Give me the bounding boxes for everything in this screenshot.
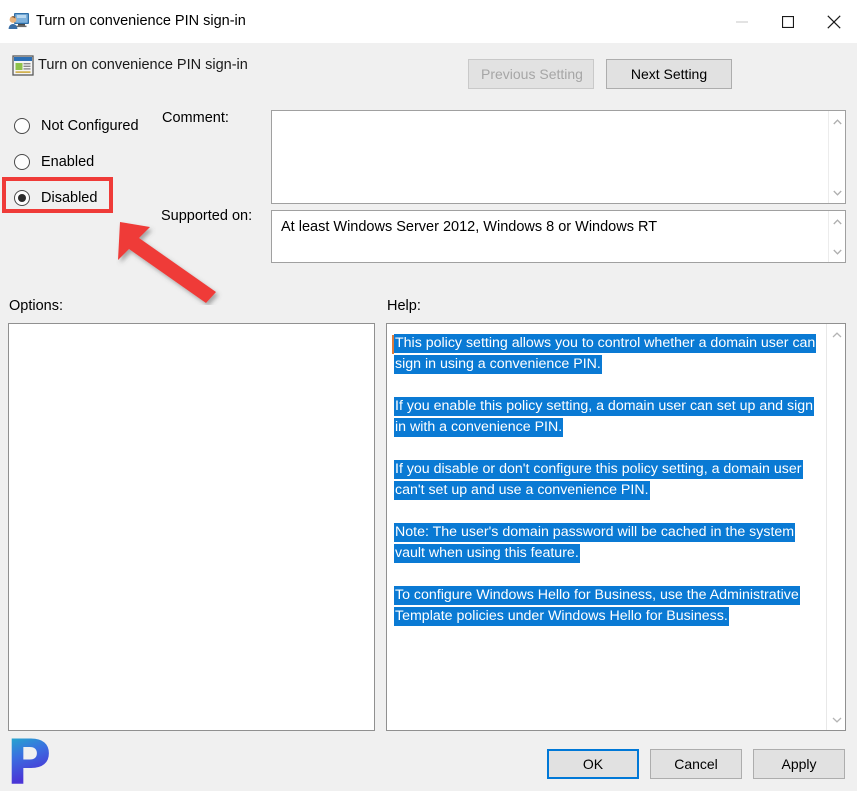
next-setting-button[interactable]: Next Setting <box>606 59 732 89</box>
radio-circle-icon <box>14 154 30 170</box>
policy-setting-dialog: Turn on convenience PIN sign-in Turn on … <box>0 0 857 791</box>
scroll-up-icon[interactable] <box>827 326 846 343</box>
supported-on-value: At least Windows Server 2012, Windows 8 … <box>281 219 658 235</box>
previous-setting-button[interactable]: Previous Setting <box>468 59 594 89</box>
supported-on-scrollbar[interactable] <box>828 211 845 262</box>
maximize-icon[interactable] <box>765 0 811 43</box>
radio-not-configured-label: Not Configured <box>41 118 139 134</box>
scroll-down-icon[interactable] <box>829 243 846 260</box>
radio-disabled[interactable]: Disabled <box>10 180 180 216</box>
policy-setting-icon <box>12 55 34 76</box>
radio-circle-icon <box>14 118 30 134</box>
help-paragraph: If you disable or don't configure this p… <box>392 459 825 501</box>
text-cursor-icon <box>392 335 394 354</box>
setting-header: Turn on convenience PIN sign-in Previous… <box>0 43 857 101</box>
help-text-body: This policy setting allows you to contro… <box>387 324 825 648</box>
help-panel[interactable]: This policy setting allows you to contro… <box>386 323 846 731</box>
help-paragraph-text: If you disable or don't configure this p… <box>394 460 803 500</box>
watermark-logo: P <box>6 732 60 791</box>
radio-circle-selected-icon <box>14 190 30 206</box>
help-paragraph: This policy setting allows you to contro… <box>392 333 825 375</box>
radio-enabled[interactable]: Enabled <box>10 144 180 180</box>
scroll-down-icon[interactable] <box>829 184 846 201</box>
scroll-down-icon[interactable] <box>827 711 846 728</box>
help-paragraph-text: If you enable this policy setting, a dom… <box>394 397 814 437</box>
setting-nav-buttons: Previous Setting Next Setting <box>468 59 732 89</box>
scroll-up-icon[interactable] <box>829 213 846 230</box>
options-panel[interactable] <box>8 323 375 731</box>
ok-button[interactable]: OK <box>547 749 639 779</box>
help-paragraph-text: Note: The user's domain password will be… <box>394 523 796 563</box>
radio-disabled-label: Disabled <box>41 190 98 206</box>
comment-label: Comment: <box>162 110 229 126</box>
supported-on-field: At least Windows Server 2012, Windows 8 … <box>271 210 846 263</box>
scroll-up-icon[interactable] <box>829 113 846 130</box>
policy-state-radio-group: Not Configured Enabled Disabled <box>10 108 180 216</box>
help-paragraph-text: To configure Windows Hello for Business,… <box>394 586 800 626</box>
close-icon[interactable] <box>811 0 857 43</box>
apply-button[interactable]: Apply <box>753 749 845 779</box>
comment-input[interactable] <box>271 110 846 204</box>
options-label: Options: <box>9 298 63 314</box>
help-paragraph: If you enable this policy setting, a dom… <box>392 396 825 438</box>
help-scrollbar[interactable] <box>826 324 845 730</box>
cancel-button[interactable]: Cancel <box>650 749 742 779</box>
help-paragraph: To configure Windows Hello for Business,… <box>392 585 825 627</box>
minimize-icon[interactable] <box>719 0 765 43</box>
radio-enabled-label: Enabled <box>41 154 95 170</box>
setting-title: Turn on convenience PIN sign-in <box>38 57 248 73</box>
comment-scrollbar[interactable] <box>828 111 845 203</box>
dialog-action-buttons: OK Cancel Apply <box>547 749 845 779</box>
help-label: Help: <box>387 298 421 314</box>
supported-on-label: Supported on: <box>161 208 253 224</box>
window-controls <box>719 0 857 43</box>
help-paragraph-text: This policy setting allows you to contro… <box>394 334 817 374</box>
help-paragraph: Note: The user's domain password will be… <box>392 522 825 564</box>
policy-user-monitor-icon <box>8 11 30 31</box>
title-bar: Turn on convenience PIN sign-in <box>0 0 857 44</box>
window-title: Turn on convenience PIN sign-in <box>36 13 246 29</box>
dialog-footer: OK Cancel Apply <box>0 735 857 791</box>
radio-not-configured[interactable]: Not Configured <box>10 108 180 144</box>
